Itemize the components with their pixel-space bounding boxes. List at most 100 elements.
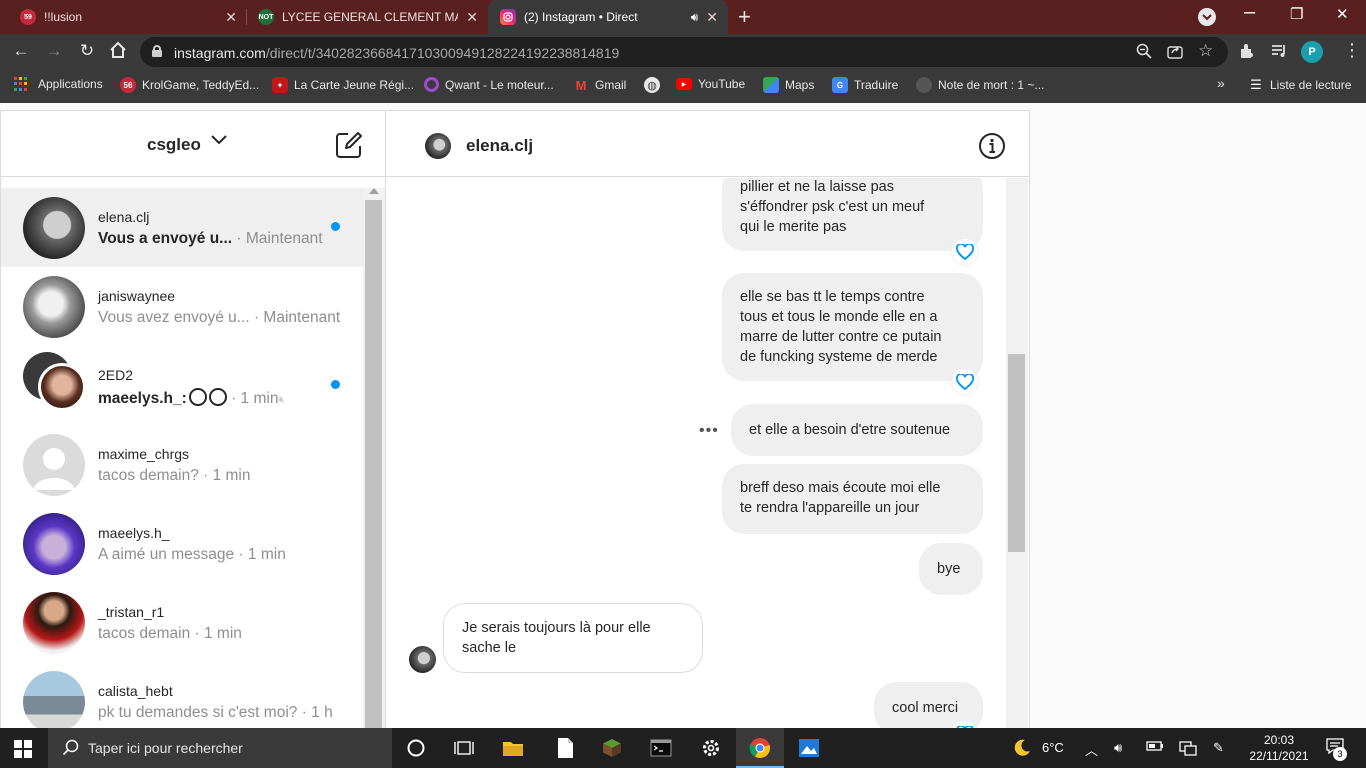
back-icon[interactable]: ← [10, 41, 32, 61]
thread-preview: A aimé un message · 1 min [98, 546, 286, 563]
weather-moon-icon[interactable] [1012, 738, 1032, 761]
unread-dot [331, 222, 340, 231]
translate-icon: G [832, 77, 848, 93]
settings-gear-icon[interactable] [700, 737, 722, 759]
zoom-icon[interactable] [1136, 43, 1152, 62]
minimize-icon[interactable]: – [1244, 1, 1255, 24]
avatar[interactable] [425, 133, 451, 159]
new-tab-button[interactable]: + [738, 4, 751, 30]
more-options-icon[interactable]: ••• [699, 422, 719, 440]
chevron-down-icon[interactable] [210, 133, 228, 147]
bookmark-applications[interactable]: Applications [14, 77, 103, 91]
message-bubble-outgoing[interactable]: breff deso mais écoute moi elle te rendr… [722, 464, 983, 534]
bookmark-maps[interactable]: Maps [763, 77, 814, 93]
bookmark-gmail[interactable]: M Gmail [573, 77, 627, 93]
tab-audio-icon[interactable]: 🔊︎ [691, 10, 699, 25]
thread-item[interactable]: maeelys.h_ A aimé un message · 1 min [1, 504, 363, 583]
thread-item[interactable]: elena.clj Vous a envoyé u... · Maintenan… [1, 188, 363, 267]
terminal-icon[interactable] [650, 737, 672, 759]
tab-title: LYCEE GENERAL CLEMENT MARO [282, 10, 458, 24]
forward-icon[interactable]: → [43, 41, 65, 61]
bookmark-star-icon[interactable]: ☆ [1198, 41, 1213, 61]
sender-avatar[interactable] [409, 646, 436, 673]
chrome-menu-icon[interactable]: ⋮ [1343, 40, 1361, 61]
account-username[interactable]: csgleo [147, 135, 201, 155]
bookmark-note-de-mort[interactable]: Note de mort : 1 ~... [916, 77, 1044, 93]
laughing-emoji-icon [188, 388, 207, 406]
thread-item[interactable]: _tristan_r1 tacos demain · 1 min [1, 583, 363, 662]
task-view-icon[interactable] [453, 737, 475, 759]
heart-reaction-icon[interactable] [952, 239, 978, 265]
notepad-icon[interactable] [554, 737, 576, 759]
file-explorer-icon[interactable] [502, 737, 524, 759]
thread-item[interactable]: calista_hebt pk tu demandes si c'est moi… [1, 662, 363, 728]
tab-illusion[interactable]: 59 !!lusion ✕ [0, 0, 247, 34]
more-bookmarks-button[interactable]: » [1217, 75, 1225, 91]
home-icon[interactable] [107, 41, 129, 64]
scroll-up-arrow-icon[interactable] [369, 188, 379, 194]
conversation-scrollbar[interactable] [1006, 178, 1028, 728]
bookmark-qwant[interactable]: Qwant - Le moteur... [424, 77, 554, 92]
message-bubble-outgoing[interactable]: bye [919, 543, 983, 595]
media-control-icon[interactable] [1270, 42, 1288, 64]
share-icon[interactable] [1167, 43, 1183, 62]
cortana-icon[interactable] [405, 737, 427, 759]
bookmark-krolgame[interactable]: 56 KrolGame, TeddyEd... [120, 77, 259, 93]
temperature-text[interactable]: 6°C [1042, 740, 1064, 755]
inbox-scrollbar[interactable] [363, 188, 385, 728]
message-bubble-incoming[interactable]: Je serais toujours là pour elle sache le [443, 603, 703, 673]
volume-icon[interactable]: 🔊︎ [1114, 740, 1122, 756]
new-message-icon[interactable] [334, 130, 364, 160]
tab-search-icon[interactable] [1198, 8, 1216, 26]
chrome-taskbar-button[interactable] [736, 728, 784, 768]
lock-icon[interactable] [152, 45, 162, 57]
apps-grid-icon [14, 77, 28, 91]
tab-close-icon[interactable]: ✕ [225, 9, 237, 26]
network-icon[interactable] [1179, 740, 1197, 759]
pen-icon[interactable]: ✎ [1213, 740, 1224, 756]
restore-icon[interactable]: ❐ [1290, 5, 1303, 23]
windows-start-icon[interactable] [14, 740, 32, 758]
bookmark-youtube[interactable]: ▶ YouTube [676, 77, 745, 91]
close-window-icon[interactable]: ✕ [1336, 5, 1349, 23]
thread-item[interactable]: maxime_chrgs tacos demain? · 1 min [1, 425, 363, 504]
info-icon[interactable] [978, 132, 1006, 160]
notification-count-badge: 3 [1333, 747, 1347, 761]
battery-icon[interactable] [1146, 740, 1164, 755]
tab-close-icon[interactable]: ✕ [706, 9, 718, 26]
clock[interactable]: 20:03 22/11/2021 [1244, 732, 1314, 764]
message-bubble-outgoing[interactable]: pillier et ne la laisse pas s'éffondrer … [722, 178, 983, 251]
tab-favicon-icon: 59 [20, 9, 36, 25]
heart-reaction-icon[interactable] [952, 369, 978, 395]
message-bubble-outgoing[interactable]: elle se bas tt le temps contre tous et t… [722, 273, 983, 381]
bookmark-carte-jeune[interactable]: ✦ La Carte Jeune Régi... [272, 77, 414, 93]
tab-lycee[interactable]: NOT LYCEE GENERAL CLEMENT MARO ✕ [238, 0, 488, 34]
thread-item[interactable]: janiswaynee Vous avez envoyé u... · Main… [1, 267, 363, 346]
browser-toolbar: ← → ↻ instagram.com/direct/t/34028236684… [0, 34, 1366, 70]
thread-item[interactable]: 2ED2 maeelys.h_: · 1 min🔇︎ [1, 346, 363, 425]
thread-preview: maeelys.h_: · 1 min🔇︎ [98, 388, 286, 407]
profile-avatar[interactable]: P [1301, 41, 1323, 63]
browser-tabstrip: 59 !!lusion ✕ NOT LYCEE GENERAL CLEMENT … [0, 0, 1366, 34]
tab-close-icon[interactable]: ✕ [466, 9, 478, 26]
minecraft-icon[interactable] [601, 737, 623, 759]
unread-dot [331, 380, 340, 389]
reload-icon[interactable]: ↻ [76, 41, 98, 61]
note-icon [916, 77, 932, 93]
tab-instagram[interactable]: (2) Instagram • Direct 🔊︎ ✕ [488, 0, 728, 34]
bookmark-globe[interactable]: ◍ [644, 77, 666, 93]
bookmark-traduire[interactable]: G Traduire [832, 77, 898, 93]
scrollbar-thumb[interactable] [1008, 354, 1025, 552]
photos-icon[interactable] [798, 737, 820, 759]
extensions-icon[interactable] [1238, 42, 1256, 64]
tray-expand-icon[interactable]: ︿ [1085, 740, 1098, 759]
taskbar-search[interactable]: Taper ici pour rechercher [48, 728, 392, 768]
inbox-header: csgleo [1, 111, 385, 177]
reading-list-button[interactable]: ☰ Liste de lecture [1248, 77, 1351, 93]
conversation-title[interactable]: elena.clj [466, 136, 533, 156]
thread-name: 2ED2 [98, 367, 134, 383]
qwant-icon [424, 77, 439, 92]
scrollbar-thumb[interactable] [365, 200, 382, 728]
address-bar[interactable]: instagram.com/direct/t/34028236684171030… [140, 37, 1228, 67]
message-bubble-outgoing[interactable]: et elle a besoin d'etre soutenue [731, 404, 983, 456]
